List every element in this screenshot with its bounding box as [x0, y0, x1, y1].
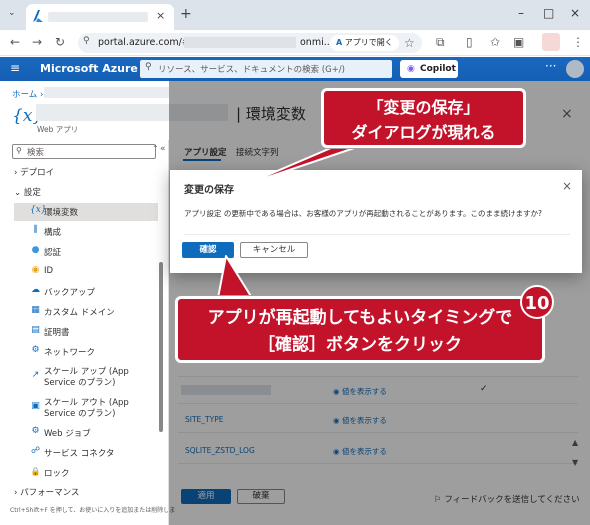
dialog-appears-callout: 「変更の保存」 ダイアログが現れる: [321, 88, 526, 148]
callout2-line2: ［確認］ボタンをクリック: [258, 335, 462, 355]
click-confirm-callout: アプリが再起動してもよいタイミングで ［確認］ボタンをクリック: [175, 296, 545, 363]
callout2-pointer: [217, 255, 253, 299]
callout2-line1: アプリが再起動してもよいタイミングで: [207, 308, 513, 328]
callout1-line2: ダイアログが現れる: [351, 123, 496, 142]
step-number-badge: 10: [520, 285, 554, 319]
callout1-line1: 「変更の保存」: [367, 98, 480, 117]
callout1-pointer: [241, 141, 373, 187]
callout-pointers: [217, 141, 373, 299]
